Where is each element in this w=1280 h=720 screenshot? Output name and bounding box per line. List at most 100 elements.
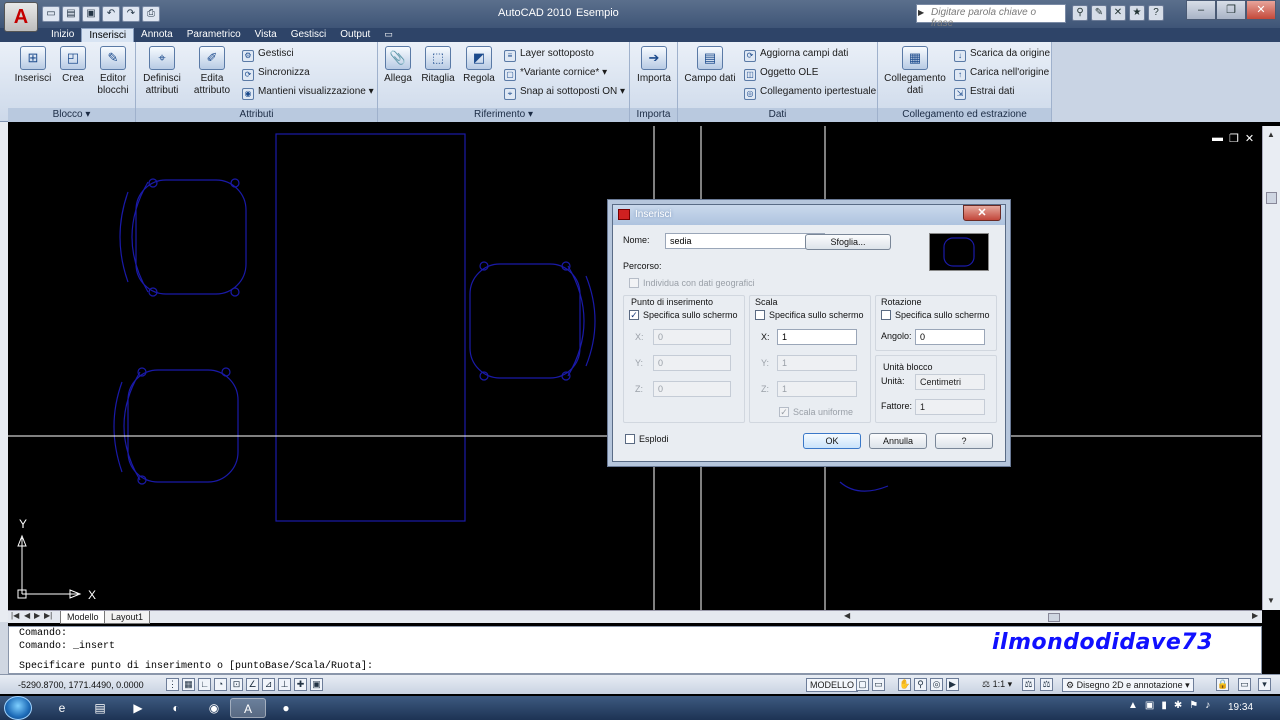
retain-display-button[interactable]: ◉ Mantieni visualizzazione ▾ (242, 86, 374, 100)
dialog-title-bar[interactable]: Inserisci ✕ (613, 205, 1005, 225)
scale-onscreen-checkbox[interactable] (755, 310, 765, 320)
tab-inizio[interactable]: Inizio (44, 28, 81, 42)
manage-attributes-button[interactable]: ⚙ Gestisci (242, 48, 294, 62)
close-button[interactable]: ✕ (1246, 0, 1276, 20)
tab-vista[interactable]: Vista (248, 28, 284, 42)
network-icon[interactable]: ▮ (1161, 700, 1167, 711)
scale-y-input[interactable]: 1 (777, 355, 857, 371)
frame-variant-button[interactable]: ▢ *Variante cornice* ▾ (504, 67, 607, 81)
communication-center-icon[interactable]: ✎ (1091, 5, 1107, 21)
application-menu-button[interactable]: A (4, 2, 38, 32)
sync-attributes-button[interactable]: ⟳ Sincronizza (242, 67, 310, 81)
polar-tracking-icon[interactable]: ◔ (214, 678, 227, 691)
tray-app-icon[interactable]: ▣ (1145, 700, 1154, 711)
action-center-icon[interactable]: ⚑ (1189, 700, 1198, 711)
save-icon[interactable]: ▣ (82, 6, 100, 22)
maximize-button[interactable]: ❐ (1216, 0, 1246, 20)
last-layout-icon[interactable]: ▶| (44, 611, 52, 620)
block-editor-button[interactable]: ✎ Editor blocchi (94, 46, 132, 97)
update-fields-button[interactable]: ⟳ Aggiorna campi dati (744, 48, 848, 62)
quick-view-layouts-icon[interactable]: ▢ (856, 678, 869, 691)
auto-scale-icon[interactable]: ⚖ (1040, 678, 1053, 691)
pan-icon[interactable]: ✋ (898, 678, 911, 691)
cancel-button[interactable]: Annulla (869, 433, 927, 449)
bluetooth-icon[interactable]: ✱ (1174, 700, 1182, 711)
hyperlink-button[interactable]: ◎ Collegamento ipertestuale (744, 86, 876, 100)
insertion-y-input[interactable]: 0 (653, 355, 731, 371)
first-layout-icon[interactable]: |◀ (11, 611, 19, 620)
horizontal-scroll-thumb[interactable] (1048, 613, 1060, 622)
quick-properties-icon[interactable]: ▣ (310, 678, 323, 691)
volume-icon[interactable]: ♪ (1205, 700, 1210, 711)
grid-display-icon[interactable]: ▦ (182, 678, 195, 691)
dialog-help-button[interactable]: ? (935, 433, 993, 449)
showmotion-icon[interactable]: ▶ (946, 678, 959, 691)
recorder-app-icon[interactable]: ● (268, 698, 304, 718)
attach-button[interactable]: 📎 Allega (382, 46, 414, 85)
internet-explorer-icon[interactable]: e (44, 698, 80, 718)
geo-data-checkbox[interactable] (629, 278, 639, 288)
hscroll-right-icon[interactable]: ▶ (1252, 611, 1258, 620)
insertion-z-input[interactable]: 0 (653, 381, 731, 397)
angle-input[interactable]: 0 (915, 329, 985, 345)
minimize-button[interactable]: – (1186, 0, 1216, 20)
upload-source-button[interactable]: ↑ Carica nell'origine (954, 67, 1049, 81)
ok-button[interactable]: OK (803, 433, 861, 449)
insertion-x-input[interactable]: 0 (653, 329, 731, 345)
insertion-onscreen-checkbox[interactable]: ✓ (629, 310, 639, 320)
tab-output[interactable]: Output (333, 28, 377, 42)
autocad-taskbar-icon[interactable]: A (230, 698, 266, 718)
system-clock[interactable]: 19:34 (1228, 702, 1253, 713)
next-layout-icon[interactable]: ▶ (34, 611, 40, 620)
tab-parametrico[interactable]: Parametrico (180, 28, 248, 42)
binoculars-icon[interactable]: ⚲ (1072, 5, 1088, 21)
data-field-button[interactable]: ▤ Campo dati (684, 46, 736, 85)
command-prompt[interactable]: Specificare punto di inserimento o [punt… (19, 661, 373, 672)
uniform-scale-checkbox[interactable]: ✓ (779, 407, 789, 417)
adjust-button[interactable]: ◩ Regola (462, 46, 496, 85)
viewport-restore-icon[interactable]: ❐ (1229, 132, 1239, 145)
ortho-mode-icon[interactable]: ∟ (198, 678, 211, 691)
tools-icon[interactable]: ✕ (1110, 5, 1126, 21)
redo-icon[interactable]: ↷ (122, 6, 140, 22)
tab-annota[interactable]: Annota (134, 28, 180, 42)
block-name-select[interactable]: sedia ▼ (665, 233, 825, 249)
quick-view-drawings-icon[interactable]: ▭ (872, 678, 885, 691)
clip-button[interactable]: ⬚ Ritaglia (420, 46, 456, 85)
coordinate-readout[interactable]: -5290.8700, 1771.4490, 0.0000 (18, 680, 144, 690)
media-player-icon[interactable]: ▶ (120, 698, 156, 718)
extract-data-button[interactable]: ⇲ Estrai dati (954, 86, 1014, 100)
vertical-scroll-thumb[interactable] (1266, 192, 1277, 204)
model-space-button[interactable]: MODELLO (806, 678, 859, 692)
underlay-layers-button[interactable]: ≡ Layer sottoposto (504, 48, 594, 62)
create-block-button[interactable]: ◰ Crea (58, 46, 88, 85)
tab-modello[interactable]: Modello (60, 611, 106, 624)
tray-expand-icon[interactable]: ▲ (1128, 700, 1138, 711)
status-menu-icon[interactable]: ▾ (1258, 678, 1271, 691)
workspace-switcher[interactable]: ⚙ Disegno 2D e annotazione ▾ (1062, 678, 1194, 692)
scale-x-input[interactable]: 1 (777, 329, 857, 345)
lineweight-icon[interactable]: ✚ (294, 678, 307, 691)
rotation-onscreen-checkbox[interactable] (881, 310, 891, 320)
scroll-up-icon[interactable]: ▲ (1267, 130, 1275, 139)
annotation-visibility-icon[interactable]: ⚖ (1022, 678, 1035, 691)
ribbon-minimize-icon[interactable]: ▭ (377, 28, 400, 42)
zoom-icon[interactable]: ⚲ (914, 678, 927, 691)
new-file-icon[interactable]: ▭ (42, 6, 60, 22)
vertical-scrollbar[interactable]: ▲ ▼ (1262, 126, 1280, 610)
browse-button[interactable]: Sfoglia... (805, 234, 891, 250)
tab-inserisci[interactable]: Inserisci (81, 28, 135, 42)
search-expand-icon[interactable]: ▶ (918, 8, 924, 17)
ole-object-button[interactable]: ◫ Oggetto OLE (744, 67, 818, 81)
data-link-button[interactable]: ▦ Collegamento dati (884, 46, 946, 97)
annotation-scale[interactable]: ⚖ 1:1 ▾ (982, 679, 1012, 690)
tab-gestisci[interactable]: Gestisci (284, 28, 334, 42)
scroll-down-icon[interactable]: ▼ (1267, 596, 1275, 605)
prev-layout-icon[interactable]: ◀ (24, 611, 30, 620)
viewport-minimize-icon[interactable]: ▬ (1212, 132, 1223, 145)
object-snap-tracking-icon[interactable]: ∠ (246, 678, 259, 691)
snap-underlays-button[interactable]: ⌖ Snap ai sottoposti ON ▾ (504, 86, 625, 100)
toolbar-lock-icon[interactable]: 🔒 (1216, 678, 1229, 691)
plot-icon[interactable]: ⎙ (142, 6, 160, 22)
help-icon[interactable]: ? (1148, 5, 1164, 21)
